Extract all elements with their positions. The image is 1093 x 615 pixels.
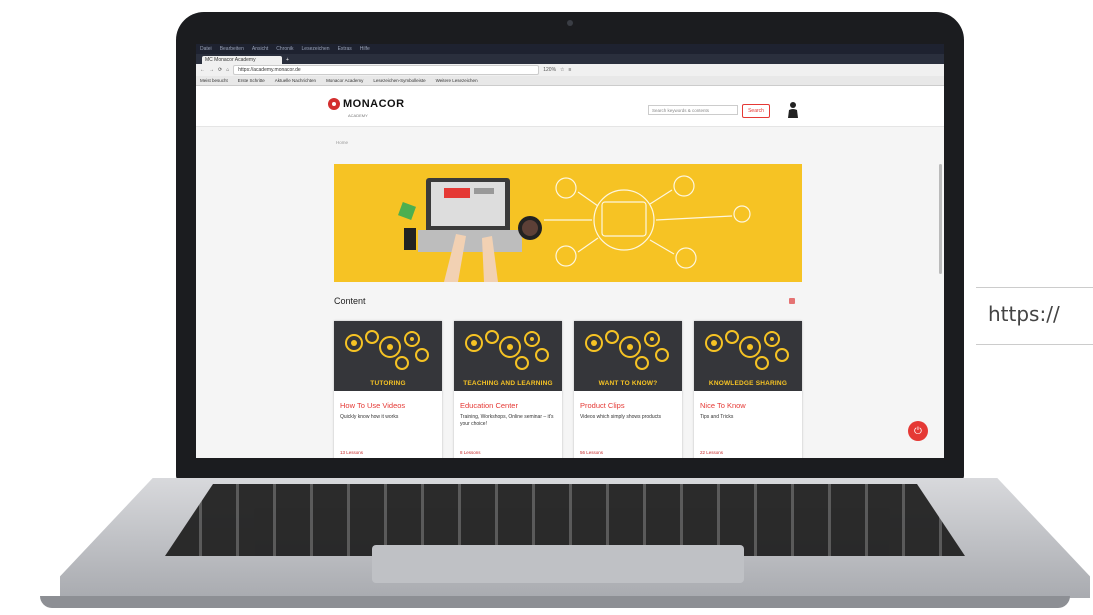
bookmark-item[interactable]: Meist besucht — [200, 78, 228, 83]
card-title[interactable]: Product Clips — [580, 401, 625, 410]
scrollbar-thumb[interactable] — [939, 164, 942, 274]
menu-item-lesezeichen[interactable]: Lesezeichen — [302, 46, 330, 52]
url-overlay: https:// — [976, 287, 1093, 345]
laptop-screen: Datei Bearbeiten Ansicht Chronik Lesezei… — [196, 44, 944, 458]
breadcrumb[interactable]: Home — [336, 140, 348, 145]
course-card[interactable]: TUTORING How To Use Videos Quickly know … — [334, 321, 442, 458]
card-lesson-count[interactable]: 8 Lessons — [460, 450, 481, 455]
home-icon[interactable]: ⌂ — [226, 67, 229, 73]
back-icon[interactable]: ← — [200, 67, 205, 73]
card-description: Training, Workshops, Online seminar – it… — [460, 414, 554, 427]
course-card[interactable]: TEACHING AND LEARNING Education Center T… — [454, 321, 562, 458]
course-card[interactable]: KNOWLEDGE SHARING Nice To Know Tips and … — [694, 321, 802, 458]
bookmark-item[interactable]: Weitere Lesezeichen — [436, 78, 478, 83]
webcam-icon — [567, 20, 573, 26]
help-icon: ⏻ — [914, 425, 922, 437]
url-overlay-text: https:// — [988, 302, 1060, 326]
card-description: Videos which simply shows products — [580, 414, 662, 420]
menu-item-chronik[interactable]: Chronik — [276, 46, 293, 52]
bookmark-item[interactable]: Monacor Academy — [326, 78, 363, 83]
collapse-icon[interactable] — [789, 298, 795, 304]
address-bar[interactable]: https://academy.monacor.de — [233, 65, 540, 75]
logo-subtitle: ACADEMY — [348, 113, 368, 118]
os-menubar: Datei Bearbeiten Ansicht Chronik Lesezei… — [196, 44, 944, 54]
help-button[interactable]: ⏻ — [908, 421, 928, 441]
bookmark-item[interactable]: Aktuelle Nachrichten — [275, 78, 316, 83]
card-title[interactable]: Nice To Know — [700, 401, 746, 410]
forward-icon[interactable]: → — [209, 67, 214, 73]
card-title[interactable]: Education Center — [460, 401, 518, 410]
site-logo[interactable]: MONACOR — [328, 98, 405, 110]
menu-item-hilfe[interactable]: Hilfe — [360, 46, 370, 52]
card-title[interactable]: How To Use Videos — [340, 401, 405, 410]
card-image-label: TEACHING AND LEARNING — [463, 380, 553, 387]
zoom-level[interactable]: 120% — [543, 67, 556, 73]
card-lesson-count[interactable]: 13 Lessons — [340, 450, 363, 455]
card-description: Tips and Tricks — [700, 414, 734, 420]
section-title: Content — [334, 296, 366, 306]
laptop-base-edge — [40, 596, 1070, 608]
card-lesson-count[interactable]: 56 Lessons — [580, 450, 603, 455]
menu-icon[interactable]: ≡ — [569, 67, 572, 73]
card-lesson-count[interactable]: 22 Lessons — [700, 450, 723, 455]
bookmark-item[interactable]: Erste Schritte — [238, 78, 265, 83]
bookmarks-bar: Meist besucht Erste Schritte Aktuelle Na… — [196, 76, 944, 86]
card-image-label: WANT TO KNOW? — [598, 380, 658, 387]
browser-toolbar: ← → ⟳ ⌂ https://academy.monacor.de 120% … — [196, 64, 944, 76]
search-button[interactable]: Search — [742, 104, 770, 118]
hero-illustration — [398, 175, 751, 282]
browser-tab-title: MC Monacor Academy — [205, 57, 256, 63]
logo-icon — [328, 98, 340, 110]
card-image-label: TUTORING — [370, 380, 406, 387]
card-image: KNOWLEDGE SHARING — [694, 321, 802, 391]
logo-text: MONACOR — [343, 98, 405, 110]
menu-item-ansicht[interactable]: Ansicht — [252, 46, 268, 52]
card-image: TUTORING — [334, 321, 442, 391]
laptop-trackpad — [372, 545, 744, 583]
card-image: WANT TO KNOW? — [574, 321, 682, 391]
browser-tab[interactable]: MC Monacor Academy — [202, 56, 282, 64]
card-description: Quickly know how it works — [340, 414, 399, 420]
bookmark-item[interactable]: Lesezeichen-Symbolleiste — [373, 78, 425, 83]
search-input[interactable]: Search keywords & contents — [648, 105, 738, 115]
menu-item-datei[interactable]: Datei — [200, 46, 212, 52]
reload-icon[interactable]: ⟳ — [218, 67, 222, 73]
hero-banner — [334, 164, 802, 282]
browser-tabbar: MC Monacor Academy + — [196, 54, 944, 64]
new-tab-icon[interactable]: + — [286, 56, 289, 64]
site-header: MONACOR ACADEMY Search keywords & conten… — [196, 86, 944, 127]
course-card[interactable]: WANT TO KNOW? Product Clips Videos which… — [574, 321, 682, 458]
menu-item-bearbeiten[interactable]: Bearbeiten — [220, 46, 244, 52]
user-icon[interactable] — [788, 100, 798, 118]
bookmark-star-icon[interactable]: ☆ — [560, 67, 564, 73]
card-image: TEACHING AND LEARNING — [454, 321, 562, 391]
card-image-label: KNOWLEDGE SHARING — [708, 380, 788, 387]
menu-item-extras[interactable]: Extras — [338, 46, 352, 52]
